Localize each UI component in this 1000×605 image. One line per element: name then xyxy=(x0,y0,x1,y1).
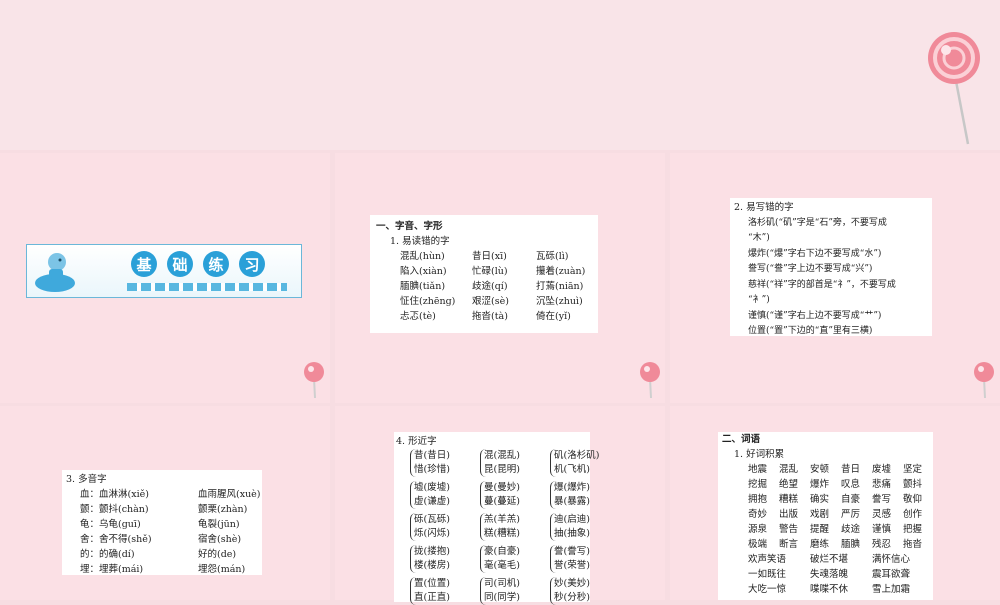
lollipop-icon xyxy=(974,362,994,399)
note-line: 位置(“置”下边的“直”里有三横) xyxy=(748,326,873,336)
char-group-row: 墟(废墟) 虚(谦虚) 曼(曼妙) 蔓(蔓延) 爆(爆炸) 暴(暴露) xyxy=(410,481,590,509)
subsection-heading: 1. 好词积累 xyxy=(734,449,785,460)
slide-5-card: 4. 形近字 昔(昔日) 惜(珍惜) 混(混乱) 昆(昆明) 矶(洛杉矶) 机(飞机) 墟… xyxy=(394,432,599,605)
char-group-row: 拢(搂抱) 楼(楼房) 豪(自豪) 毫(毫毛) 誊(誊写) 誉(荣誉) xyxy=(410,545,590,573)
section-banner: 基 础 练 习 xyxy=(26,244,302,298)
word-row: 奇妙 出版 戏剧 严厉 灵感 创作 xyxy=(748,509,923,520)
subsection-heading: 1. 易读错的字 xyxy=(390,236,450,247)
word-row: 怔住(zhēng) 艰涩(sè) 沉坠(zhuì) xyxy=(400,296,583,307)
banner-stripe xyxy=(127,283,287,291)
top-band xyxy=(0,0,1000,150)
word-row: 血：血淋淋(xiě) 血雨腥风(xuè) xyxy=(80,489,261,500)
word-row: 源泉 警告 提醒 歧途 谨慎 把握 xyxy=(748,524,923,535)
phrase-row: 大吃一惊 喋喋不休 雪上加霜 xyxy=(748,584,911,595)
word-row: 混乱(hùn) 昔日(xī) 瓦砾(lì) xyxy=(400,251,569,262)
word-row: 腼腆(tiǎn) 歧途(qí) 打蔫(niān) xyxy=(400,281,584,292)
banner-char-4: 习 xyxy=(239,251,265,277)
slide-2-card: 一、字音、字形 1. 易读错的字 混乱(hùn) 昔日(xī) 瓦砾(lì) 陷入(… xyxy=(370,215,598,333)
word-row: 地震 混乱 安顿 昔日 废墟 坚定 xyxy=(748,464,923,475)
phrase-row: 欢声笑语 破烂不堪 满怀信心 xyxy=(748,554,911,565)
note-line: 慈祥(“祥”字的部首是“礻”，不要写成 xyxy=(748,279,896,290)
slide-3-card: 2. 易写错的字 洛杉矶(“矶”字是“石”旁，不要写成 “木”) 爆炸(“爆”字… xyxy=(730,198,932,336)
banner-char-3: 练 xyxy=(203,251,229,277)
note-line: “衤”) xyxy=(748,295,770,305)
section-heading: 二、词语 xyxy=(722,434,761,445)
slide-6-card: 二、词语 1. 好词积累 地震 混乱 安顿 昔日 废墟 坚定 挖掘 绝望 爆炸 叹息 悲痛 颤抖 拥… xyxy=(718,432,933,600)
word-row: 颤：颤抖(chàn) 颤栗(zhàn) xyxy=(80,504,248,515)
phrase-row: 一如既往 失魂落魄 震耳欲聋 xyxy=(748,569,911,580)
word-row: 埋：埋葬(mái) 埋怨(mán) xyxy=(80,564,246,575)
note-line: 誊写(“誊”字上边不要写成“兴”) xyxy=(748,264,873,274)
char-group-row: 置(位置) 直(正直) 司(司机) 同(同学) 妙(美妙) 秒(分秒) xyxy=(410,577,590,605)
word-row: 拥抱 糟糕 确实 自豪 誊写 敬仰 xyxy=(748,494,923,505)
word-row: 挖掘 绝望 爆炸 叹息 悲痛 颤抖 xyxy=(748,479,923,490)
lollipop-icon xyxy=(640,362,660,399)
slide-4-card: 3. 多音字 血：血淋淋(xiě) 血雨腥风(xuè) 颤：颤抖(chàn) 颤栗(… xyxy=(62,470,262,575)
word-row: 舍：舍不得(shě) 宿舍(shè) xyxy=(80,534,242,545)
word-row: 忐忑(tè) 拖沓(tà) 倚在(yǐ) xyxy=(400,311,571,322)
word-row: 陷入(xiàn) 忙碌(lù) 攥着(zuàn) xyxy=(400,266,586,277)
section-heading: 一、字音、字形 xyxy=(376,221,443,232)
subsection-heading: 3. 多音字 xyxy=(66,474,107,485)
char-group-row: 砾(瓦砾) 烁(闪烁) 羔(羊羔) 糕(糟糕) 迪(启迪) 抽(抽象) xyxy=(410,513,590,541)
lollipop-large-icon xyxy=(928,32,980,145)
banner-char-2: 础 xyxy=(167,251,193,277)
character-mascot-icon xyxy=(35,253,75,292)
banner-char-1: 基 xyxy=(131,251,157,277)
word-row: 极端 断言 磨练 腼腆 残忍 拖沓 xyxy=(748,539,923,550)
note-line: “木”) xyxy=(748,233,770,243)
word-row: 龟：乌龟(guī) 龟裂(jūn) xyxy=(80,519,240,530)
lollipop-icon xyxy=(304,362,324,399)
note-line: 洛杉矶(“矶”字是“石”旁，不要写成 xyxy=(748,217,887,228)
char-group-row: 昔(昔日) 惜(珍惜) 混(混乱) 昆(昆明) 矶(洛杉矶) 机(飞机) xyxy=(410,449,599,477)
subsection-heading: 2. 易写错的字 xyxy=(734,202,794,213)
note-line: 谨慎(“谨”字右上边不要写成“艹”) xyxy=(748,310,882,321)
note-line: 爆炸(“爆”字右下边不要写成“水”) xyxy=(748,248,882,259)
subsection-heading: 4. 形近字 xyxy=(396,436,437,447)
word-row: 的：的确(dí) 好的(de) xyxy=(80,549,237,560)
